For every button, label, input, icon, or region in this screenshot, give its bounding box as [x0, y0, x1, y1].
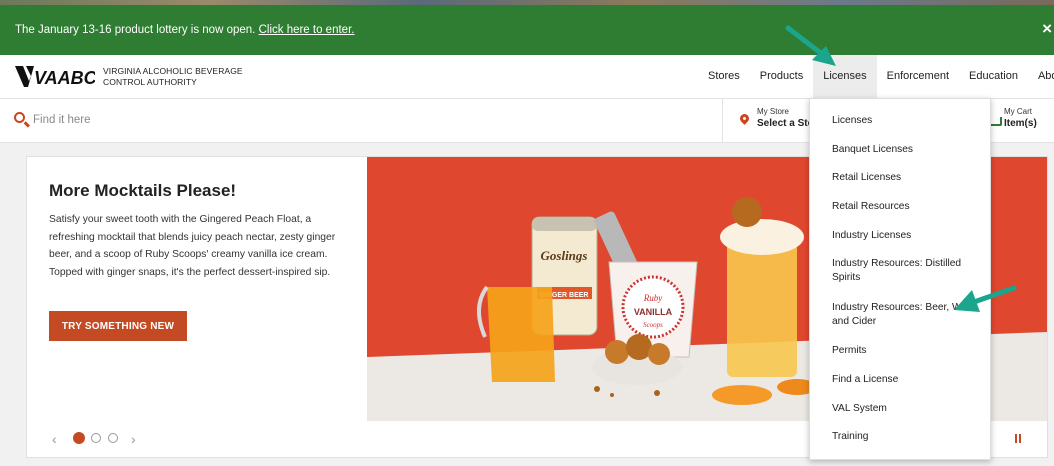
my-store-selector[interactable]: My Store Select a Sto — [722, 99, 823, 142]
site-header: VAABC Virginia Alcoholic Beverage Contro… — [0, 55, 1054, 99]
menu-item-licenses[interactable]: Licenses — [832, 114, 982, 128]
promo-banner: The January 13-16 product lottery is now… — [0, 5, 1054, 55]
close-icon[interactable]: × — [1042, 19, 1052, 39]
nav-education[interactable]: Education — [959, 55, 1028, 98]
try-something-new-button[interactable]: TRY SOMETHING NEW — [49, 311, 187, 341]
annotation-arrow-beer-wine-icon — [954, 285, 1017, 312]
carousel-dot-2[interactable] — [91, 433, 101, 443]
promo-text: The January 13-16 product lottery is now… — [15, 24, 256, 36]
nav-enforcement[interactable]: Enforcement — [877, 55, 959, 98]
my-cart-label: My Cart — [1004, 107, 1032, 116]
org-name: Virginia Alcoholic Beverage Control Auth… — [103, 66, 243, 87]
menu-item-val-system[interactable]: VAL System — [832, 402, 982, 416]
menu-item-industry-licenses[interactable]: Industry Licenses — [832, 229, 982, 243]
menu-item-retail-resources[interactable]: Retail Resources — [832, 200, 982, 214]
carousel-dot-3[interactable] — [108, 433, 118, 443]
nav-stores[interactable]: Stores — [698, 55, 750, 98]
promo-enter-link[interactable]: Click here to enter. — [259, 24, 355, 36]
cart-items-count[interactable]: Item(s) — [1004, 118, 1037, 129]
select-store-link[interactable]: Select a Sto — [757, 118, 814, 129]
annotation-arrow-licenses-icon — [785, 25, 836, 66]
carousel-next-icon[interactable]: › — [131, 431, 136, 447]
menu-item-training[interactable]: Training — [832, 430, 982, 444]
pause-icon[interactable] — [1015, 434, 1022, 443]
org-name-line2: Control Authority — [103, 76, 197, 87]
org-name-line1: Virginia Alcoholic Beverage — [103, 66, 243, 76]
svg-text:VAABC: VAABC — [34, 68, 95, 88]
search-input[interactable] — [33, 112, 633, 128]
licenses-dropdown-menu: Licenses Banquet Licenses Retail License… — [809, 98, 991, 460]
hero-text-block: More Mocktails Please! Satisfy your swee… — [49, 181, 341, 281]
main-nav: Stores Products Licenses Enforcement Edu… — [698, 55, 1054, 98]
vaabc-logo[interactable]: VAABC — [15, 64, 95, 89]
menu-item-retail-licenses[interactable]: Retail Licenses — [832, 171, 982, 185]
search-icon[interactable] — [14, 112, 25, 123]
svg-text:Ruby: Ruby — [643, 293, 663, 303]
menu-item-industry-resources-distilled-spirits[interactable]: Industry Resources: Distilled Spirits — [832, 257, 982, 285]
nav-about[interactable]: About — [1028, 55, 1054, 98]
my-store-label: My Store — [757, 107, 790, 116]
svg-text:Goslings: Goslings — [541, 248, 588, 263]
carousel-dot-1[interactable] — [73, 432, 85, 444]
menu-item-find-a-license[interactable]: Find a License — [832, 373, 982, 387]
hero-title: More Mocktails Please! — [49, 181, 237, 200]
svg-text:Scoops: Scoops — [643, 321, 663, 329]
carousel-prev-icon[interactable]: ‹ — [52, 431, 57, 447]
menu-item-permits[interactable]: Permits — [832, 344, 982, 358]
menu-item-banquet-licenses[interactable]: Banquet Licenses — [832, 143, 982, 157]
promo-message: The January 13-16 product lottery is now… — [15, 24, 354, 36]
hero-description: Satisfy your sweet tooth with the Ginger… — [49, 214, 336, 278]
location-pin-icon — [738, 112, 751, 125]
svg-text:VANILLA: VANILLA — [634, 307, 673, 317]
